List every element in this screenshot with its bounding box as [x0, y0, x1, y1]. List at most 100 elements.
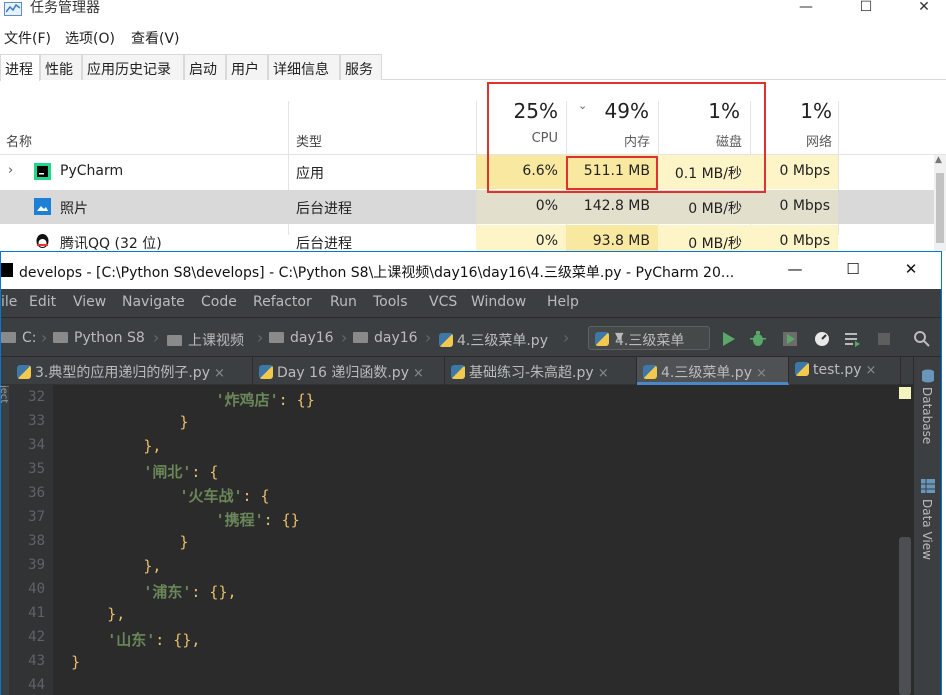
python-file-icon — [17, 365, 31, 379]
breadcrumb-drive[interactable]: C: — [1, 330, 37, 346]
database-panel-button[interactable]: Database — [920, 387, 934, 444]
folder-icon — [167, 335, 182, 346]
breadcrumb-python-s8[interactable]: Python S8 — [53, 330, 145, 346]
memory-total-percent[interactable]: 49% — [566, 99, 649, 123]
column-header-name[interactable]: 名称 — [6, 131, 32, 150]
editor-tab[interactable]: 基础练习-朱高超.py × — [445, 357, 637, 385]
column-header-cpu[interactable]: CPU — [476, 131, 558, 146]
code-line: } — [53, 533, 188, 551]
pycharm-minimize-button[interactable]: — — [775, 260, 815, 280]
menu-file[interactable]: 文件(F) — [4, 28, 51, 48]
qq-icon — [36, 234, 49, 248]
menu-code[interactable]: Code — [201, 294, 237, 310]
table-row[interactable]: 照片 后台进程 0% 142.8 MB 0 MB/秒 0 Mbps — [0, 190, 946, 224]
line-number: 42 — [28, 629, 45, 645]
navigation-bar: C: › Python S8 › 上课视频 › day16 › day16 › … — [1, 317, 941, 357]
editor-tab[interactable]: 3.典型的应用递归的例子.py × — [11, 357, 253, 385]
editor-tab[interactable]: Day 16 递归函数.py × — [253, 357, 445, 385]
menu-vcs[interactable]: VCS — [429, 294, 457, 310]
tab-performance[interactable]: 性能 — [40, 54, 82, 80]
inspection-status-marker[interactable] — [899, 387, 911, 399]
menu-navigate[interactable]: Navigate — [122, 294, 185, 310]
breadcrumb-day16-sub[interactable]: day16 — [353, 330, 418, 346]
column-header-disk[interactable]: 磁盘 — [658, 131, 742, 150]
network-total-percent[interactable]: 1% — [750, 99, 832, 123]
search-icon[interactable] — [913, 330, 931, 348]
pycharm-maximize-button[interactable]: ☐ — [833, 260, 873, 280]
close-button[interactable]: ✕ — [904, 0, 944, 18]
breadcrumb-day16[interactable]: day16 — [269, 330, 334, 346]
table-row[interactable]: › PyCharm 应用 6.6% 511.1 MB 0.1 MB/秒 0 Mb… — [0, 155, 946, 189]
menu-window[interactable]: Window — [471, 294, 526, 310]
run-icon[interactable] — [719, 330, 737, 348]
scroll-up-icon[interactable]: ▲ — [935, 155, 942, 165]
task-manager-scrollbar[interactable]: ▲ — [934, 155, 946, 251]
breadcrumb-lecture-videos[interactable]: 上课视频 — [167, 330, 244, 350]
tab-details[interactable]: 详细信息 — [268, 54, 340, 80]
pycharm-close-button[interactable]: ✕ — [891, 260, 931, 280]
task-manager-icon — [4, 2, 22, 16]
menu-options[interactable]: 选项(O) — [65, 28, 115, 48]
code-editor[interactable]: '炸鸡店': {} } }, '闸北': { '火车战': { '携程': {}… — [53, 385, 913, 695]
editor-scrollbar[interactable] — [899, 537, 911, 695]
breadcrumb-file[interactable]: 4.三级菜单.py — [439, 330, 548, 350]
project-panel-button[interactable]: ject — [0, 385, 9, 403]
menu-tools[interactable]: Tools — [373, 294, 408, 310]
close-tab-icon[interactable]: × — [214, 366, 225, 381]
editor-tab[interactable]: test.py × — [789, 357, 901, 385]
menu-view[interactable]: View — [73, 294, 106, 310]
code-line: '山东': {}, — [53, 629, 200, 650]
run-configuration-select[interactable]: 4.三级菜单 ▼ — [588, 326, 710, 350]
column-header-memory[interactable]: 内存 — [566, 131, 650, 150]
tab-label: Day 16 递归函数.py — [277, 365, 409, 381]
tab-startup[interactable]: 启动 — [184, 54, 226, 80]
editor-tab-active[interactable]: 4.三级菜单.py × — [637, 357, 789, 385]
close-tab-icon[interactable]: × — [598, 366, 609, 381]
menu-refactor[interactable]: Refactor — [253, 294, 312, 310]
line-number: 38 — [28, 533, 45, 549]
tab-services[interactable]: 服务 — [340, 54, 382, 80]
tab-bar: 进程 性能 应用历史记录 启动 用户 详细信息 服务 — [0, 54, 946, 81]
expand-chevron-icon[interactable]: › — [8, 163, 13, 178]
maximize-button[interactable]: ☐ — [846, 0, 886, 18]
memory-cell: 511.1 MB — [566, 155, 658, 189]
coverage-icon[interactable] — [781, 330, 799, 348]
tab-processes[interactable]: 进程 — [0, 54, 40, 81]
stop-icon[interactable] — [875, 330, 893, 348]
process-type: 应用 — [296, 166, 324, 182]
database-icon — [922, 369, 934, 383]
profile-icon[interactable] — [813, 330, 831, 348]
tab-app-history[interactable]: 应用历史记录 — [82, 54, 184, 80]
breadcrumb-label: Python S8 — [74, 330, 145, 346]
menu-help[interactable]: Help — [547, 294, 579, 310]
menu-file[interactable]: ile — [1, 294, 17, 310]
code-line: '火车战': { — [53, 485, 270, 506]
close-tab-icon[interactable]: × — [413, 366, 424, 381]
build-icon[interactable] — [843, 330, 861, 348]
menu-view[interactable]: 查看(V) — [131, 28, 180, 48]
python-file-icon — [643, 365, 657, 379]
scrollbar-thumb[interactable] — [936, 173, 944, 243]
minimize-button[interactable]: — — [786, 0, 826, 18]
column-header-type[interactable]: 类型 — [296, 131, 322, 150]
disk-total-percent[interactable]: 1% — [658, 99, 740, 123]
debug-icon[interactable] — [749, 330, 767, 348]
data-view-panel-button[interactable]: Data View — [920, 499, 934, 560]
close-tab-icon[interactable]: × — [756, 366, 767, 381]
close-tab-icon[interactable]: × — [866, 363, 877, 378]
memory-cell: 142.8 MB — [566, 190, 658, 224]
network-cell: 0 Mbps — [750, 190, 838, 224]
breadcrumb-separator-icon: › — [425, 328, 432, 347]
code-punctuation: : { — [242, 487, 270, 505]
menu-run[interactable]: Run — [330, 294, 357, 310]
menu-edit[interactable]: Edit — [29, 294, 56, 310]
breadcrumb-separator-icon: › — [41, 328, 48, 347]
line-number: 36 — [28, 485, 45, 501]
cpu-total-percent[interactable]: 25% — [476, 99, 558, 123]
project-tool-strip[interactable]: ject — [0, 385, 9, 695]
column-header-network[interactable]: 网络 — [750, 131, 832, 150]
network-cell: 0 Mbps — [750, 155, 838, 189]
tab-users[interactable]: 用户 — [226, 54, 268, 80]
